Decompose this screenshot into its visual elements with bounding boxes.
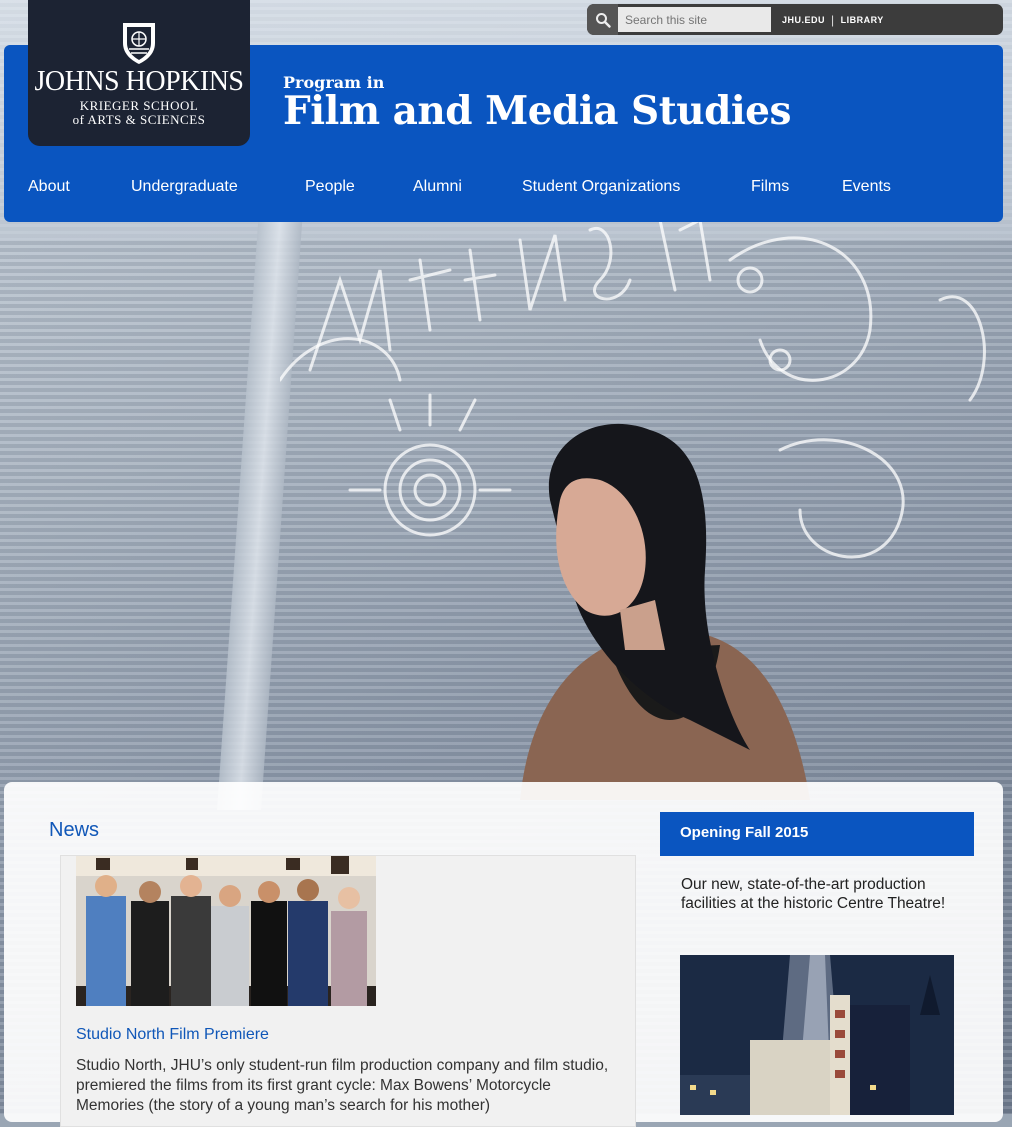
- search-input[interactable]: [618, 7, 771, 32]
- news-item-title[interactable]: Studio North Film Premiere: [76, 1026, 269, 1044]
- search-icon: [595, 12, 611, 28]
- divider: |: [831, 12, 835, 27]
- news-item-body: Studio North, JHU’s only student-run fil…: [76, 1057, 609, 1114]
- nav-films[interactable]: Films: [751, 178, 789, 196]
- nav-undergraduate[interactable]: Undergraduate: [131, 178, 238, 196]
- jhu-logo[interactable]: JOHNS HOPKINS KRIEGER SCHOOL of ARTS & S…: [28, 0, 250, 146]
- nav-events[interactable]: Events: [842, 178, 891, 196]
- logo-university: JOHNS HOPKINS: [34, 66, 244, 97]
- sidebar-body: Our new, state-of-the-art production fac…: [681, 876, 946, 912]
- library-link[interactable]: LIBRARY: [841, 15, 884, 25]
- search-button[interactable]: [587, 4, 618, 35]
- hero-person: [520, 423, 810, 800]
- jhu-edu-link[interactable]: JHU.EDU: [782, 15, 825, 25]
- nav-student-organizations[interactable]: Student Organizations: [522, 178, 680, 196]
- main-nav: About Undergraduate People Alumni Studen…: [4, 178, 1003, 204]
- utility-bar: JHU.EDU | LIBRARY: [587, 4, 1003, 35]
- page-title[interactable]: Film and Media Studies: [283, 88, 791, 134]
- nav-people[interactable]: People: [305, 178, 355, 196]
- nav-about[interactable]: About: [28, 178, 70, 196]
- top-links: JHU.EDU | LIBRARY: [782, 4, 884, 35]
- sidebar-heading[interactable]: Opening Fall 2015: [660, 812, 974, 856]
- news-heading: News: [49, 819, 100, 841]
- news-photo[interactable]: [76, 856, 376, 1006]
- centre-theatre-image[interactable]: [680, 955, 954, 1115]
- shield-icon: [123, 23, 155, 64]
- logo-school-sub: of ARTS & SCIENCES: [72, 112, 206, 127]
- nav-alumni[interactable]: Alumni: [413, 178, 462, 196]
